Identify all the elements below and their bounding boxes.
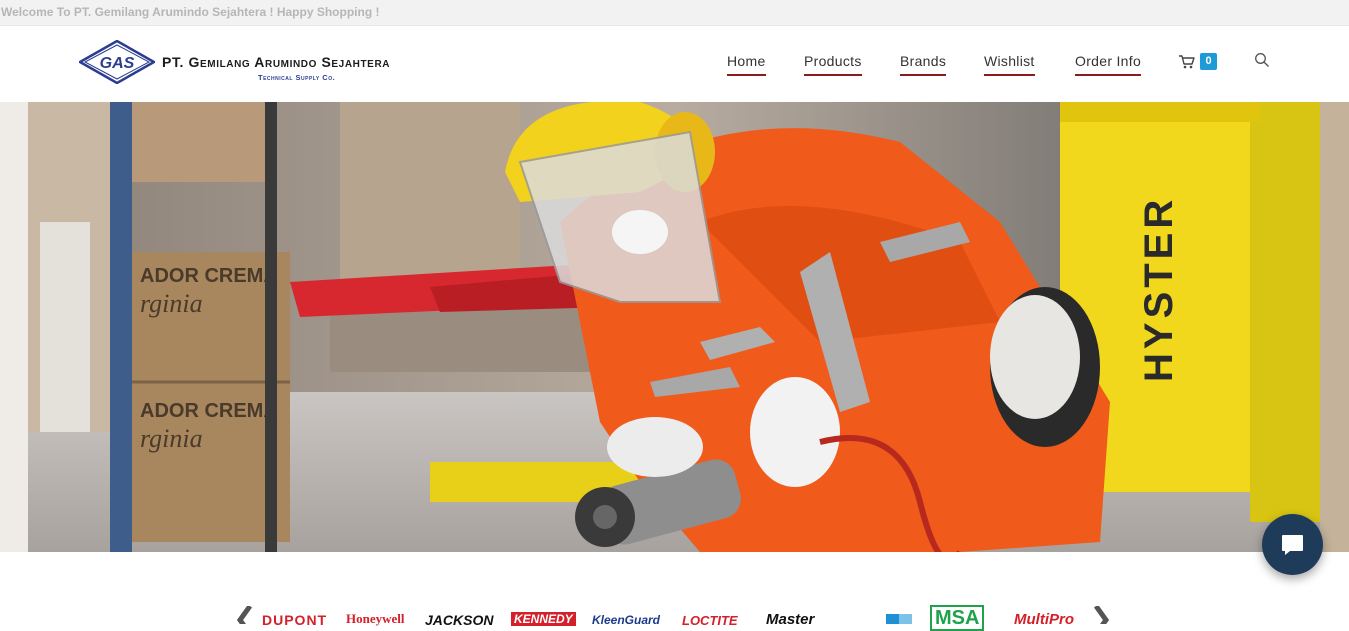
box-label-2: rginia — [140, 289, 203, 318]
carousel-next-button[interactable] — [1092, 604, 1112, 631]
box-label-4: rginia — [140, 424, 203, 453]
search-button[interactable] — [1254, 52, 1272, 70]
brand-logo-blue-mark[interactable] — [886, 614, 912, 624]
brand-logo-msa[interactable]: MSA — [930, 605, 985, 631]
cart-button[interactable]: 0 — [1178, 53, 1218, 71]
forklift-text: HYSTER — [1137, 196, 1181, 382]
brand-logo-dupont[interactable]: DUPONT — [262, 612, 327, 628]
welcome-text: Welcome To PT. Gemilang Arumindo Sejahte… — [1, 5, 380, 19]
welcome-bar: Welcome To PT. Gemilang Arumindo Sejahte… — [0, 0, 1349, 26]
nav-order-info[interactable]: Order Info — [1075, 53, 1142, 76]
chat-button[interactable] — [1262, 514, 1323, 575]
hero-banner[interactable]: ADOR CREMA rginia ADOR CREMA rginia HYST… — [0, 102, 1349, 552]
brand-logo-loctite[interactable]: LOCTITE — [682, 613, 738, 628]
hero-image: ADOR CREMA rginia ADOR CREMA rginia HYST… — [0, 102, 1349, 552]
brand-logo-multipro[interactable]: MultiPro — [1014, 611, 1074, 628]
logo-emblem[interactable]: GAS — [77, 39, 157, 85]
brand-logo-kleenguard[interactable]: KleenGuard — [592, 613, 660, 627]
brand-carousel — [0, 552, 1349, 624]
brand-logo-jackson[interactable]: JACKSON — [425, 612, 493, 628]
logo-emblem-text: GAS — [100, 55, 135, 72]
chevron-right-icon — [1092, 604, 1112, 631]
site-header: GAS PT. Gemilang Arumindo Sejahtera Tech… — [0, 26, 1349, 102]
carousel-prev-button[interactable] — [234, 604, 254, 631]
company-name[interactable]: PT. Gemilang Arumindo Sejahtera — [162, 54, 390, 70]
cart-count-badge: 0 — [1200, 53, 1217, 70]
brand-logo-honeywell[interactable]: Honeywell — [346, 611, 405, 627]
nav-products[interactable]: Products — [804, 53, 862, 76]
company-tagline: Technical Supply Co. — [258, 73, 336, 82]
box-label-1: ADOR CREMA — [140, 265, 278, 287]
chevron-left-icon — [234, 604, 254, 631]
nav-home[interactable]: Home — [727, 53, 766, 76]
search-icon — [1254, 53, 1270, 72]
nav-wishlist[interactable]: Wishlist — [984, 53, 1035, 76]
nav-brands[interactable]: Brands — [900, 53, 947, 76]
box-label-3: ADOR CREMA — [140, 400, 278, 422]
brand-logo-master[interactable]: Master — [766, 611, 814, 628]
